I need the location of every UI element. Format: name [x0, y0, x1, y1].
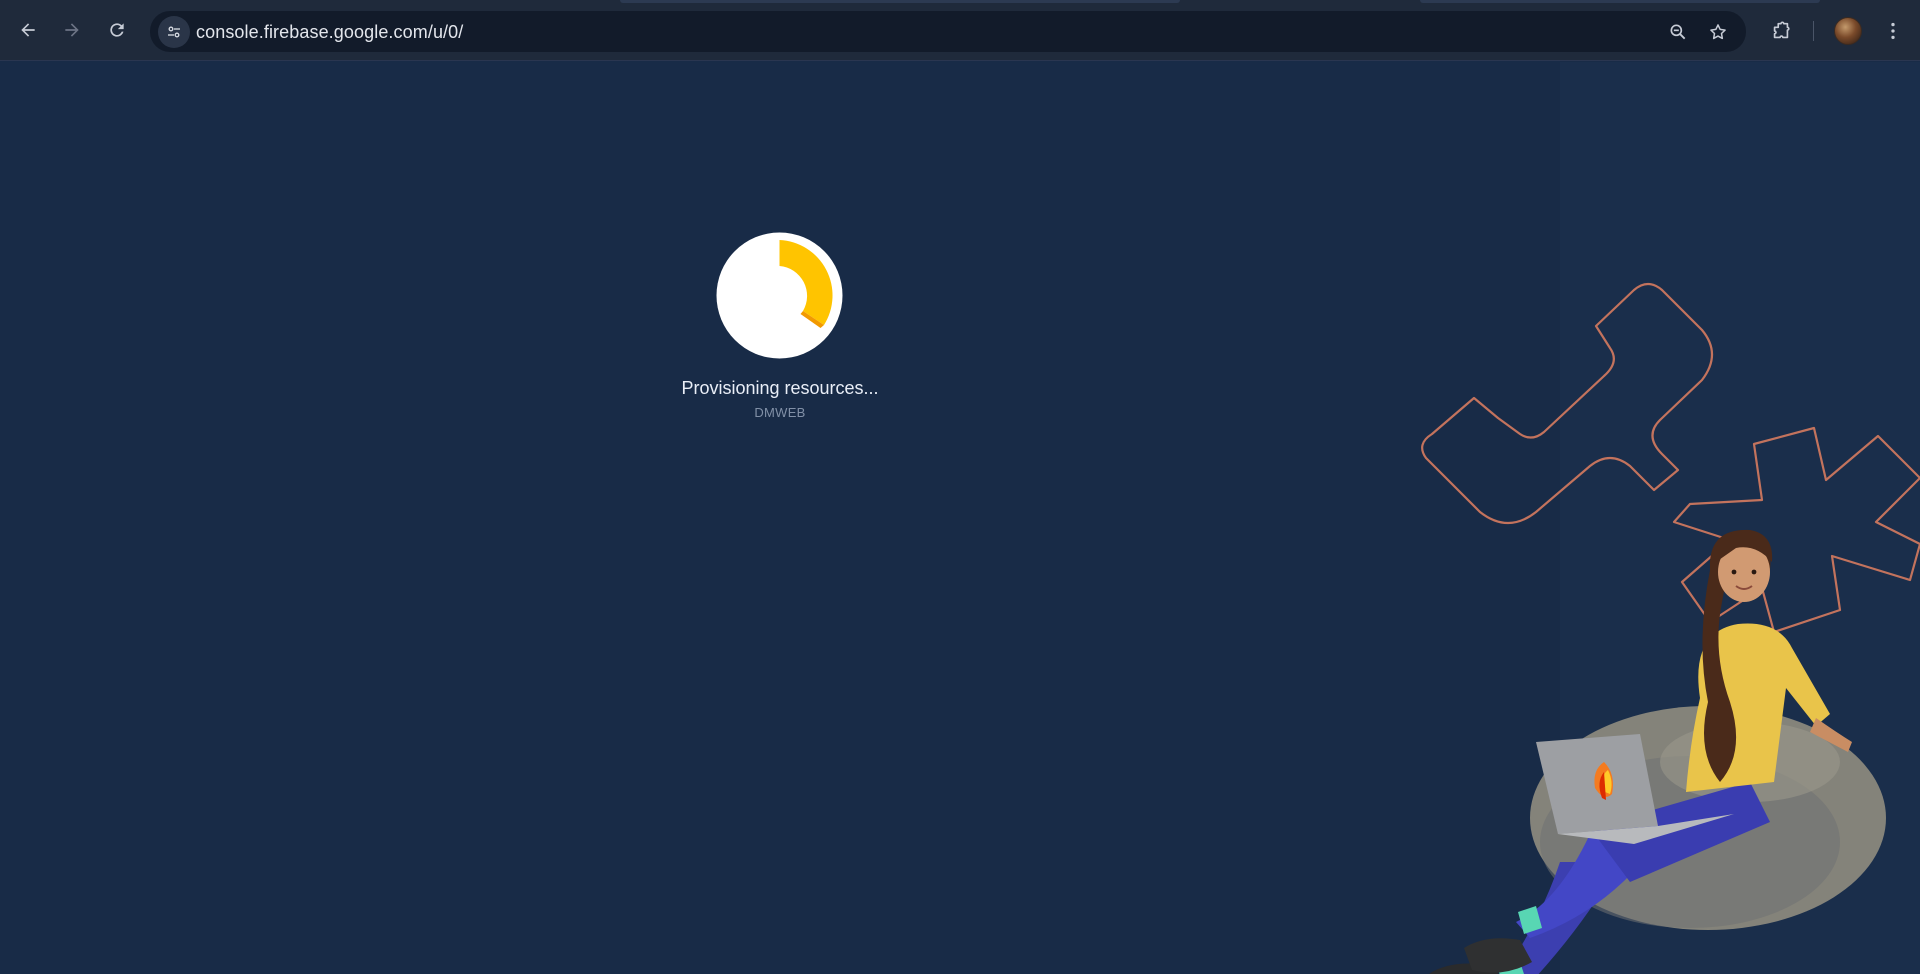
site-info-button[interactable]: [158, 16, 190, 48]
kebab-menu-icon: [1891, 22, 1895, 40]
arrow-left-icon: [21, 23, 35, 37]
zoom-button[interactable]: [1665, 19, 1691, 45]
zoom-out-icon: [1670, 24, 1686, 40]
reload-icon: [110, 23, 124, 37]
star-icon: [1710, 24, 1726, 40]
loading-status-text: Provisioning resources...: [681, 378, 879, 398]
reload-button[interactable]: [101, 14, 133, 46]
arrow-right-icon: [65, 23, 79, 37]
browser-menu-button[interactable]: [1876, 14, 1910, 48]
back-button[interactable]: [12, 14, 44, 46]
progress-spinner: [716, 232, 843, 359]
developer-illustration: [1421, 282, 1920, 974]
tune-icon: [168, 26, 180, 38]
outline-shape-1: [1421, 282, 1714, 524]
profile-avatar[interactable]: [1834, 17, 1862, 45]
extensions-button[interactable]: [1764, 14, 1798, 48]
address-bar[interactable]: console.firebase.google.com/u/0/: [150, 11, 1746, 52]
bookmark-button[interactable]: [1705, 19, 1731, 45]
url-text[interactable]: console.firebase.google.com/u/0/: [196, 22, 463, 43]
tab-strip: [0, 0, 1920, 9]
firebase-loading-page: Provisioning resources... DMWEB: [0, 62, 1920, 974]
toolbar-divider: [1813, 21, 1814, 41]
browser-toolbar: console.firebase.google.com/u/0/: [0, 0, 1920, 61]
project-name: DMWEB: [754, 405, 806, 420]
puzzle-icon: [1773, 21, 1790, 39]
forward-button[interactable]: [56, 14, 88, 46]
